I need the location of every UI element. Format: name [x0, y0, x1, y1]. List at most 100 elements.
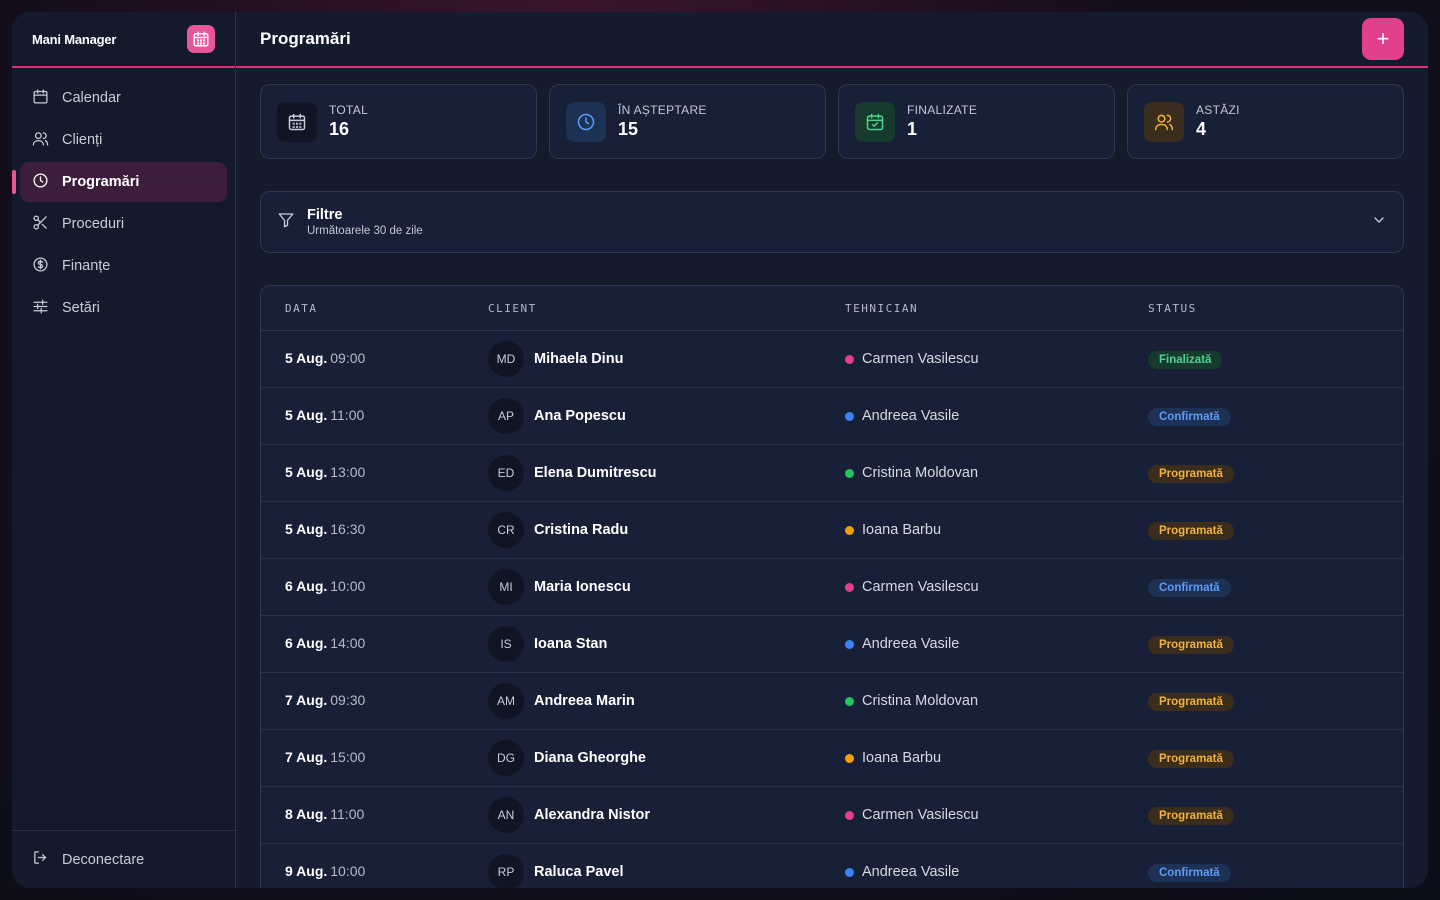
client-name[interactable]: Mihaela Dinu	[534, 351, 623, 367]
status-cell: Confirmată	[1148, 863, 1403, 882]
technician-name: Andreea Vasile	[862, 636, 960, 652]
status-cell: Programată	[1148, 464, 1403, 483]
table-row[interactable]: 5 Aug. 16:30 CR Cristina Radu Ioana Barbu Pro…	[261, 502, 1403, 559]
content: TOTAL 16 ÎN AȘTEPTARE 15 FINALIZATE 1 AS…	[236, 68, 1428, 888]
table-row[interactable]: 5 Aug. 11:00 AP Ana Popescu Andreea Vasile Co…	[261, 388, 1403, 445]
clock-icon	[32, 172, 49, 193]
client-name[interactable]: Elena Dumitrescu	[534, 465, 657, 481]
table-row[interactable]: 6 Aug. 14:00 IS Ioana Stan Andreea Vasile Pro…	[261, 616, 1403, 673]
avatar: AN	[488, 797, 524, 833]
status-cell: Programată	[1148, 806, 1403, 825]
stat-card-total: TOTAL 16	[260, 84, 537, 159]
sidebar-item-label: Programări	[62, 174, 140, 190]
client-name[interactable]: Maria Ionescu	[534, 579, 631, 595]
date-cell: 6 Aug. 10:00	[261, 578, 488, 596]
filters-panel-toggle[interactable]: Filtre Următoarele 30 de zile	[260, 191, 1404, 253]
sidebar-item-clients[interactable]: Clienți	[20, 120, 227, 160]
avatar: AP	[488, 398, 524, 434]
technician-color-dot	[845, 810, 854, 820]
client-cell: DG Diana Gheorghe	[488, 740, 845, 776]
client-name[interactable]: Alexandra Nistor	[534, 807, 650, 823]
logout-icon	[32, 849, 49, 870]
avatar: MI	[488, 569, 524, 605]
table-row[interactable]: 5 Aug. 09:00 MD Mihaela Dinu Carmen Vasilesc…	[261, 331, 1403, 388]
appointment-date: 5 Aug.	[285, 464, 328, 480]
avatar: ED	[488, 455, 524, 491]
column-header[interactable]: DATA	[261, 302, 488, 315]
appointment-date: 6 Aug.	[285, 635, 328, 651]
technician-color-dot	[845, 354, 854, 364]
table-row[interactable]: 9 Aug. 10:00 RP Raluca Pavel Andreea Vasile C…	[261, 844, 1403, 888]
sidebar-item-appointments[interactable]: Programări	[12, 162, 227, 202]
stat-label: TOTAL	[329, 103, 369, 117]
client-cell: AM Andreea Marin	[488, 683, 845, 719]
status-badge: Programată	[1148, 749, 1234, 768]
technician-name: Carmen Vasilescu	[862, 351, 979, 367]
status-badge: Confirmată	[1148, 407, 1231, 426]
technician-name: Ioana Barbu	[862, 750, 942, 766]
date-cell: 5 Aug. 13:00	[261, 464, 488, 482]
client-name[interactable]: Diana Gheorghe	[534, 750, 646, 766]
table-row[interactable]: 5 Aug. 13:00 ED Elena Dumitrescu Cristina Mo…	[261, 445, 1403, 502]
page-title: Programări	[260, 29, 351, 48]
status-cell: Confirmată	[1148, 407, 1403, 426]
status-cell: Finalizată	[1148, 350, 1403, 369]
technician-name: Andreea Vasile	[862, 864, 960, 880]
status-badge: Finalizată	[1148, 350, 1223, 369]
technician-name: Cristina Moldovan	[862, 693, 979, 709]
sidebar-item-settings[interactable]: Setări	[20, 288, 227, 328]
status-badge: Programată	[1148, 521, 1234, 540]
table-row[interactable]: 7 Aug. 09:30 AM Andreea Marin Cristina Moldo…	[261, 673, 1403, 730]
table-row[interactable]: 7 Aug. 15:00 DG Diana Gheorghe Ioana Barbu Pr…	[261, 730, 1403, 787]
status-cell: Programată	[1148, 635, 1403, 654]
status-badge: Programată	[1148, 806, 1234, 825]
client-name[interactable]: Andreea Marin	[534, 693, 635, 709]
table-row[interactable]: 6 Aug. 10:00 MI Maria Ionescu Carmen Vasiles…	[261, 559, 1403, 616]
column-header[interactable]: STATUS	[1148, 302, 1403, 315]
appointment-time: 14:00	[330, 635, 366, 651]
client-name[interactable]: Ioana Stan	[534, 636, 607, 652]
sidebar-item-label: Finanțe	[62, 258, 111, 274]
client-name[interactable]: Raluca Pavel	[534, 864, 623, 880]
calendar-icon	[277, 101, 317, 142]
appointment-date: 7 Aug.	[285, 749, 328, 765]
appointment-time: 16:30	[330, 521, 366, 537]
avatar: CR	[488, 512, 524, 548]
technician-cell: Cristina Moldovan	[845, 465, 1148, 481]
client-name[interactable]: Ana Popescu	[534, 408, 626, 424]
appointments-table: DATA CLIENT TEHNICIAN STATUS 5 Aug. 09:00…	[260, 285, 1404, 888]
technician-color-dot	[845, 639, 854, 649]
client-cell: RP Raluca Pavel	[488, 854, 845, 888]
technician-color-dot	[845, 867, 854, 877]
stat-card-completed: FINALIZATE 1	[838, 84, 1115, 159]
table-header: DATA CLIENT TEHNICIAN STATUS	[261, 286, 1403, 331]
sidebar-item-procedures[interactable]: Proceduri	[20, 204, 227, 244]
client-cell: AN Alexandra Nistor	[488, 797, 845, 833]
technician-name: Andreea Vasile	[862, 408, 960, 424]
stat-label: ASTĂZI	[1196, 103, 1240, 117]
add-appointment-button[interactable]: +	[1362, 18, 1404, 60]
topbar: Programări +	[236, 12, 1428, 68]
users-icon	[32, 130, 49, 151]
technician-color-dot	[845, 582, 854, 592]
main-panel: Programări + TOTAL 16 ÎN AȘTEPTARE 15 FI…	[236, 12, 1428, 888]
technician-cell: Ioana Barbu	[845, 522, 1148, 538]
technician-cell: Cristina Moldovan	[845, 693, 1148, 709]
stat-value: 16	[329, 119, 350, 139]
date-cell: 6 Aug. 14:00	[261, 635, 488, 653]
appointment-time: 10:00	[330, 863, 366, 879]
stat-value: 1	[907, 119, 918, 139]
date-cell: 7 Aug. 09:30	[261, 692, 488, 710]
sidebar-item-calendar[interactable]: Calendar	[20, 78, 227, 118]
column-header[interactable]: TEHNICIAN	[845, 302, 1148, 315]
sidebar-item-finance[interactable]: Finanțe	[20, 246, 227, 286]
stat-value: 4	[1196, 119, 1207, 139]
client-name[interactable]: Cristina Radu	[534, 522, 628, 538]
column-header[interactable]: CLIENT	[488, 302, 845, 315]
technician-color-dot	[845, 525, 854, 535]
table-row[interactable]: 8 Aug. 11:00 AN Alexandra Nistor Carmen Vasi…	[261, 787, 1403, 844]
logout-button[interactable]: Deconectare	[12, 830, 235, 888]
stat-value: 15	[618, 119, 639, 139]
status-cell: Programată	[1148, 521, 1403, 540]
technician-color-dot	[845, 753, 854, 763]
